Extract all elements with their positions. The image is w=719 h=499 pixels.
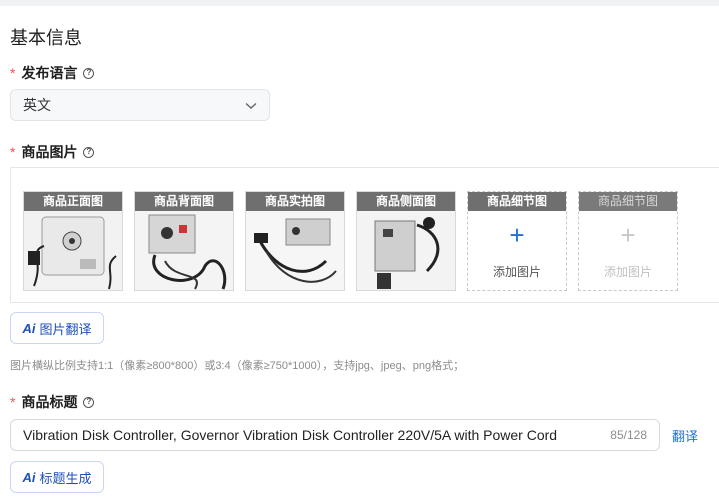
top-divider [0,0,719,6]
slot-caption: 商品背面图 [135,192,233,211]
product-photo [246,211,344,290]
image-slot-side[interactable]: 商品侧面图 [356,191,456,291]
image-slot-detail-disabled: 商品细节图 + 添加图片 [578,191,678,291]
help-icon[interactable]: ? [83,396,95,408]
slot-caption: 商品正面图 [24,192,122,211]
ai-icon: Ai [22,469,36,485]
char-counter: 85/128 [610,428,647,442]
title-generate-button[interactable]: Ai 标题生成 [10,461,104,493]
images-label-text: 商品图片 [21,144,78,160]
images-label: * 商品图片 ? [10,142,95,162]
product-title-value: Vibration Disk Controller, Governor Vibr… [23,427,558,443]
help-icon[interactable]: ? [83,67,95,79]
slot-caption: 商品实拍图 [246,192,344,211]
image-slot-real[interactable]: 商品实拍图 [245,191,345,291]
product-photo [24,211,122,290]
translate-link[interactable]: 翻译 [672,426,698,445]
plus-icon: + [620,220,636,250]
slot-caption: 商品细节图 [579,192,677,211]
plus-icon: + [509,220,525,250]
image-slot-back[interactable]: 商品背面图 [134,191,234,291]
language-select[interactable]: 英文 [10,89,270,121]
required-mark: * [10,65,16,81]
required-mark: * [10,394,16,410]
image-format-hint: 图片横纵比例支持1:1（像素≥800*800）或3:4（像素≥750*1000）… [10,360,465,372]
section-title: 基本信息 [10,28,82,48]
product-title-input[interactable]: Vibration Disk Controller, Governor Vibr… [10,419,660,451]
product-photo [357,211,455,290]
add-image-label: 添加图片 [492,265,541,279]
help-icon[interactable]: ? [83,146,95,158]
slot-caption: 商品侧面图 [357,192,455,211]
language-selected-value: 英文 [23,97,51,113]
required-mark: * [10,144,16,160]
language-label: * 发布语言 ? [10,63,95,83]
title-label-text: 商品标题 [21,394,78,410]
image-translate-button[interactable]: Ai 图片翻译 [10,312,104,344]
chevron-down-icon [245,97,257,113]
image-slot-front[interactable]: 商品正面图 [23,191,123,291]
language-label-text: 发布语言 [21,65,78,81]
image-slot-detail[interactable]: 商品细节图 + 添加图片 [467,191,567,291]
title-generate-label: 标题生成 [39,470,92,486]
add-image-label: 添加图片 [603,265,652,279]
product-photo [135,211,233,290]
slot-caption: 商品细节图 [468,192,566,211]
image-translate-label: 图片翻译 [39,321,92,337]
ai-icon: Ai [22,320,36,336]
title-label: * 商品标题 ? [10,392,95,412]
